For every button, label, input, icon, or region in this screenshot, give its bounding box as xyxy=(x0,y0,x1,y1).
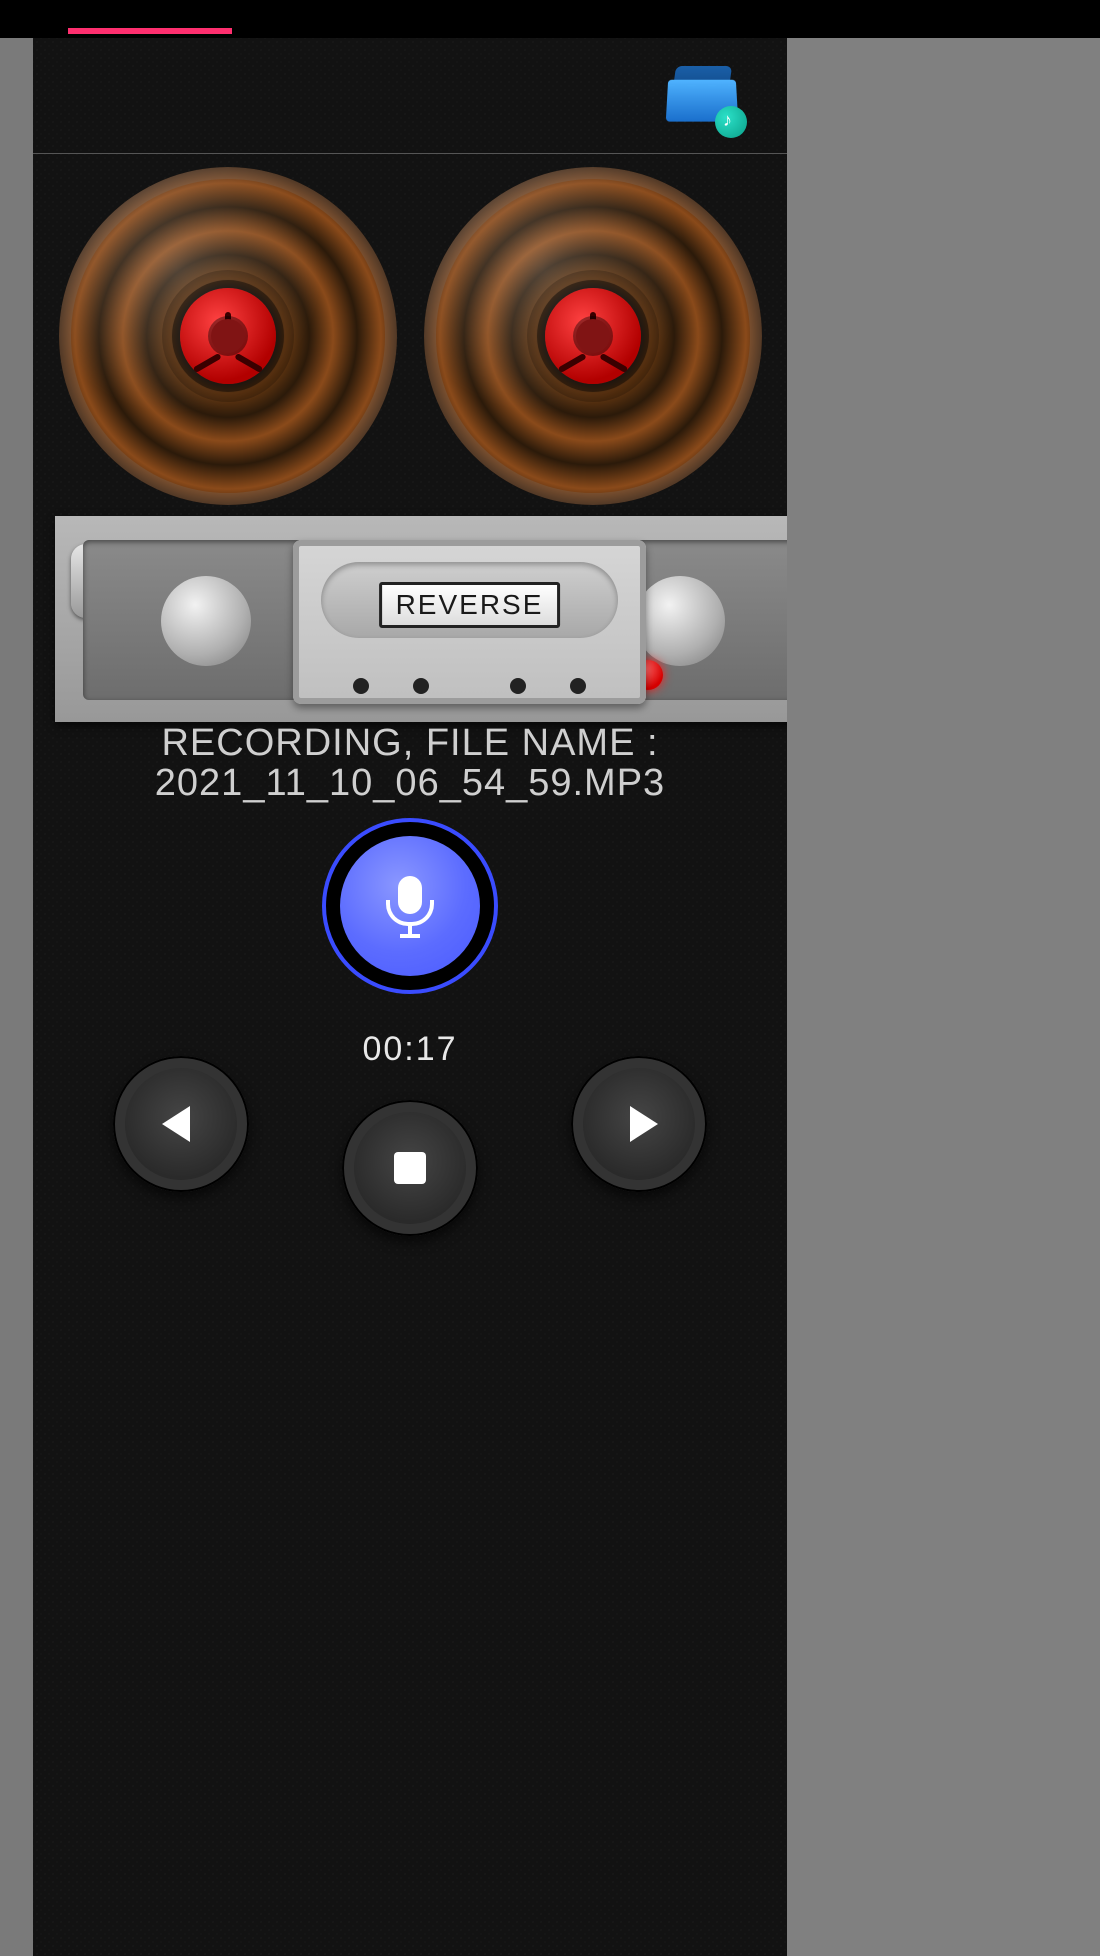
stop-icon xyxy=(394,1152,426,1184)
rewind-button[interactable] xyxy=(113,1056,249,1192)
recorder-panel: REVERSE RECORDING, FILE NAME : 2021_11_1… xyxy=(33,38,787,1956)
reel-left xyxy=(59,167,397,505)
deck-knob-right xyxy=(635,576,725,666)
deck-body: REVERSE xyxy=(83,540,803,700)
rewind-icon xyxy=(162,1106,190,1142)
microphone-icon xyxy=(388,876,432,936)
status-line-1: RECORDING, FILE NAME : xyxy=(33,724,787,764)
tape-reels xyxy=(33,154,787,518)
active-tab-indicator xyxy=(68,28,232,34)
cassette-label: REVERSE xyxy=(379,582,561,628)
stop-button[interactable] xyxy=(342,1100,478,1236)
status-line-2-filename: 2021_11_10_06_54_59.MP3 xyxy=(33,764,787,804)
reel-right xyxy=(424,167,762,505)
record-button[interactable] xyxy=(322,818,498,994)
recording-status: RECORDING, FILE NAME : 2021_11_10_06_54_… xyxy=(33,724,787,804)
music-note-icon xyxy=(715,106,747,138)
cassette: REVERSE xyxy=(293,540,646,704)
recordings-folder-icon[interactable] xyxy=(667,56,743,132)
header-bar xyxy=(33,38,787,154)
transport-controls xyxy=(33,1056,787,1266)
play-button[interactable] xyxy=(571,1056,707,1192)
deck-knob-left xyxy=(161,576,251,666)
tape-deck: REVERSE xyxy=(55,516,831,722)
play-icon xyxy=(630,1106,658,1142)
right-gutter xyxy=(787,38,1100,1956)
